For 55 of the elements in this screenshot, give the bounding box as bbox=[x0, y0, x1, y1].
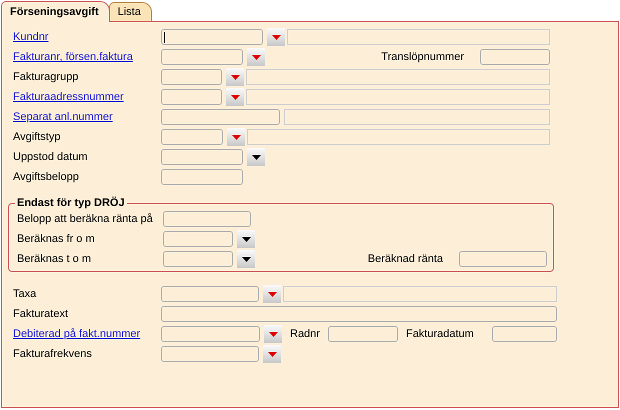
field-label: Radnr bbox=[290, 328, 320, 340]
dropdown-arrow-icon bbox=[242, 236, 250, 242]
field-label: Beräknas t o m bbox=[17, 253, 92, 265]
dropdown-arrow-icon bbox=[268, 332, 278, 336]
input-field[interactable] bbox=[161, 169, 243, 185]
input-field[interactable] bbox=[161, 109, 280, 125]
field-link[interactable]: Fakturanr, försen.faktura bbox=[13, 51, 161, 63]
input-field[interactable] bbox=[161, 49, 243, 65]
dropdown-arrow-icon bbox=[252, 154, 260, 160]
input-field[interactable] bbox=[161, 129, 223, 145]
field-link[interactable]: Kundnr bbox=[13, 31, 161, 43]
field-label: Fakturafrekvens bbox=[13, 348, 93, 360]
field-label: Fakturatext bbox=[13, 308, 70, 320]
input-field[interactable] bbox=[492, 326, 557, 342]
input-field[interactable] bbox=[161, 306, 557, 322]
field-label: Avgiftsbelopp bbox=[13, 171, 80, 183]
field-label: Translöpnummer bbox=[381, 51, 464, 63]
input-field[interactable] bbox=[480, 49, 550, 65]
dropdown-arrow-icon bbox=[230, 74, 240, 80]
input-field[interactable] bbox=[161, 286, 259, 302]
dropdown-arrow-icon bbox=[230, 94, 240, 100]
field-label: Uppstod datum bbox=[13, 151, 89, 163]
field-label: Belopp att beräkna ränta på bbox=[17, 213, 154, 225]
input-field[interactable] bbox=[328, 326, 398, 342]
dropdown-arrow-icon bbox=[242, 256, 250, 262]
input-field[interactable] bbox=[161, 149, 243, 165]
input-field[interactable] bbox=[163, 251, 233, 267]
input-field[interactable] bbox=[161, 346, 259, 362]
dropdown-arrow-icon bbox=[272, 34, 280, 40]
field-label: Fakturadatum bbox=[406, 328, 474, 340]
dropdown-button[interactable] bbox=[237, 230, 255, 248]
group-title: Endast för typ DRÖJ bbox=[16, 197, 126, 209]
input-field[interactable] bbox=[163, 231, 233, 247]
tab[interactable]: Förseningsavgift bbox=[1, 1, 110, 22]
field-label: Taxa bbox=[13, 288, 38, 300]
field-label: Beräknad ränta bbox=[368, 253, 443, 265]
dropdown-arrow-icon bbox=[268, 352, 276, 356]
dropdown-arrow-icon bbox=[268, 292, 276, 296]
dropdown-arrow-icon bbox=[232, 134, 240, 140]
input-field[interactable] bbox=[459, 251, 547, 267]
dropdown-button[interactable] bbox=[237, 250, 255, 268]
field-label: Beräknas fr o m bbox=[17, 233, 96, 245]
dropdown-button[interactable] bbox=[247, 148, 265, 166]
field-link[interactable]: Fakturaadressnummer bbox=[13, 91, 161, 103]
input-field[interactable] bbox=[161, 69, 222, 85]
field-link[interactable]: Debiterad på fakt.nummer bbox=[13, 328, 161, 340]
field-label: Fakturagrupp bbox=[13, 71, 80, 83]
dropdown-arrow-icon bbox=[252, 54, 260, 60]
tab[interactable]: Lista bbox=[108, 2, 152, 21]
input-field[interactable] bbox=[161, 89, 222, 105]
input-field[interactable] bbox=[163, 211, 251, 227]
input-field[interactable] bbox=[161, 326, 260, 342]
field-label: Avgiftstyp bbox=[13, 131, 62, 143]
field-link[interactable]: Separat anl.nummer bbox=[13, 111, 161, 123]
input-field[interactable] bbox=[161, 29, 263, 45]
